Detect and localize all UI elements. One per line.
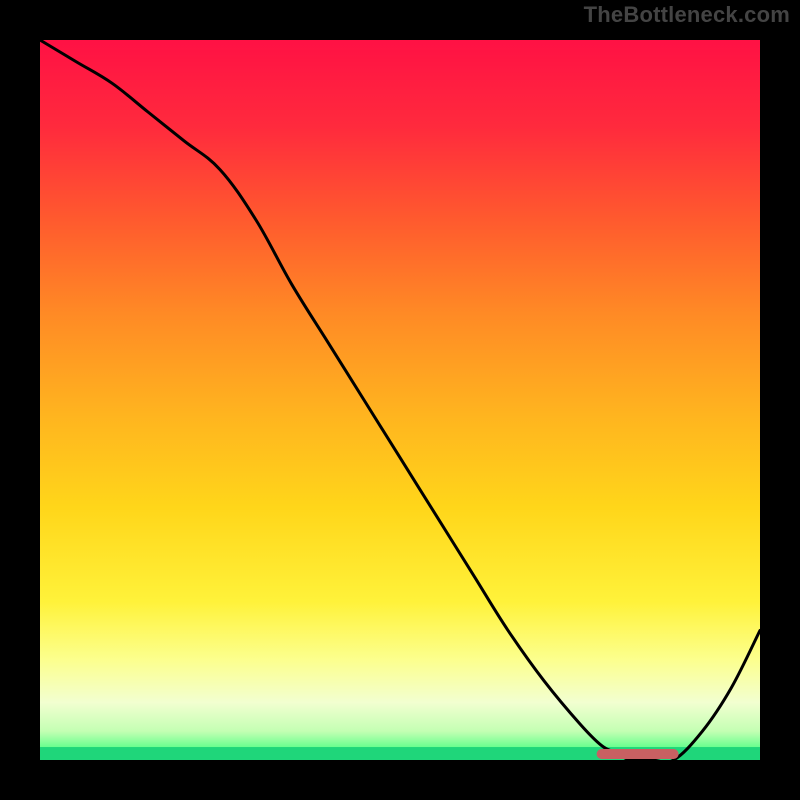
chart-root: TheBottleneck.com (0, 0, 800, 800)
bottleneck-chart (0, 0, 800, 800)
watermark-text: TheBottleneck.com (584, 2, 790, 28)
plot-area (40, 40, 760, 760)
